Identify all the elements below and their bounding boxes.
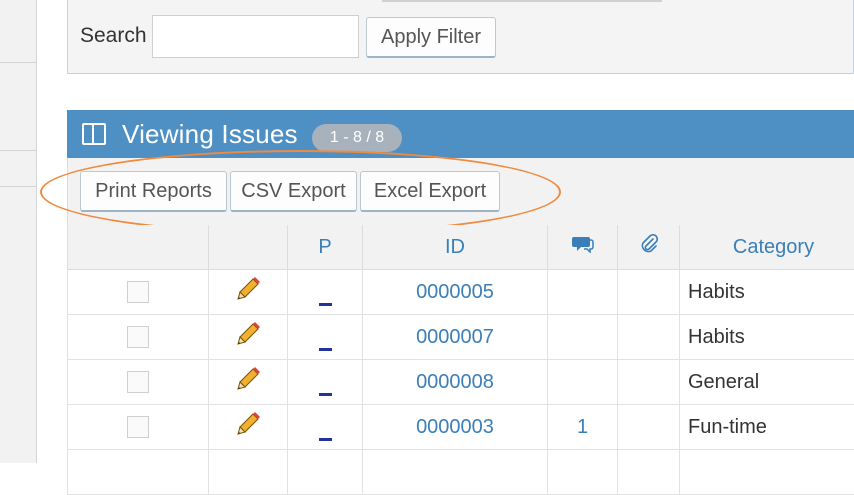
issue-id-link[interactable]: 0000003 [416, 416, 494, 438]
attachments-column-header[interactable] [618, 225, 680, 270]
category-column-header[interactable]: Category [680, 225, 854, 270]
normal-priority-icon [319, 348, 332, 351]
filter-panel: Search Apply Filter [67, 0, 854, 74]
priority-column-header[interactable]: P [288, 225, 363, 270]
select-column-header [68, 225, 209, 270]
category-value: Habits [688, 281, 745, 303]
table-row: 0000007 Habits [68, 315, 854, 360]
issues-table: P ID Category [67, 225, 854, 495]
row-select-checkbox[interactable] [127, 326, 149, 348]
sidebar-divider [0, 62, 36, 63]
filter-tab-edge [382, 0, 662, 2]
apply-filter-button[interactable]: Apply Filter [366, 17, 496, 58]
print-reports-button[interactable]: Print Reports [80, 171, 227, 212]
paperclip-icon [640, 234, 658, 254]
sidebar-divider [0, 186, 36, 187]
widget-title: Viewing Issues [122, 119, 298, 150]
table-row-partial [68, 450, 854, 495]
normal-priority-icon [319, 438, 332, 441]
row-select-checkbox[interactable] [127, 371, 149, 393]
edit-pencil-icon[interactable] [235, 366, 261, 392]
export-toolbar: Print Reports CSV Export Excel Export [67, 158, 854, 225]
table-row: 0000008 General [68, 360, 854, 405]
attachment-cell [618, 270, 680, 315]
edit-pencil-icon[interactable] [235, 276, 261, 302]
edit-pencil-icon[interactable] [235, 411, 261, 437]
issue-id-link[interactable]: 0000008 [416, 371, 494, 393]
category-value: Habits [688, 326, 745, 348]
normal-priority-icon [319, 303, 332, 306]
columns-icon [82, 123, 106, 145]
attachment-cell [618, 405, 680, 450]
issue-count-badge: 1 - 8 / 8 [312, 124, 402, 152]
table-header-row: P ID Category [68, 225, 854, 270]
excel-export-button[interactable]: Excel Export [360, 171, 500, 212]
search-label: Search [80, 24, 147, 48]
left-sidebar [0, 0, 37, 463]
search-input[interactable] [152, 15, 359, 58]
category-value: General [688, 371, 759, 393]
attachment-cell [618, 360, 680, 405]
csv-export-button[interactable]: CSV Export [230, 171, 357, 212]
sidebar-divider [0, 150, 36, 151]
row-select-checkbox[interactable] [127, 416, 149, 438]
issue-id-link[interactable]: 0000005 [416, 281, 494, 303]
normal-priority-icon [319, 393, 332, 396]
id-column-header[interactable]: ID [363, 225, 548, 270]
row-select-checkbox[interactable] [127, 281, 149, 303]
attachment-cell [618, 315, 680, 360]
comments-icon [572, 235, 594, 253]
table-row: 0000005 Habits [68, 270, 854, 315]
table-row: 0000003 1 Fun-time [68, 405, 854, 450]
note-count[interactable]: 1 [577, 416, 588, 438]
issue-id-link[interactable]: 0000007 [416, 326, 494, 348]
category-value: Fun-time [688, 416, 767, 438]
edit-column-header [209, 225, 288, 270]
notes-column-header[interactable] [548, 225, 618, 270]
widget-header: Viewing Issues 1 - 8 / 8 [67, 110, 854, 158]
edit-pencil-icon[interactable] [235, 321, 261, 347]
